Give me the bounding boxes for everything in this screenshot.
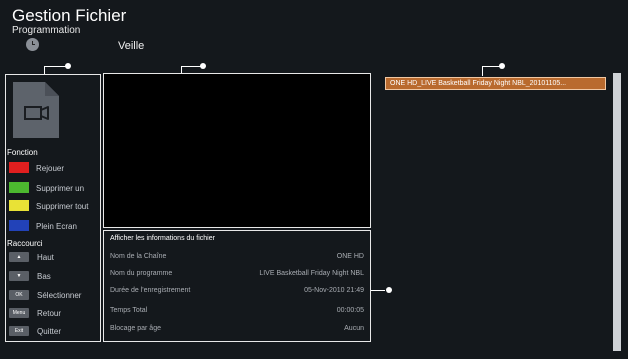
callout-marker-4 (65, 63, 71, 69)
function-replay[interactable]: Rejouer (36, 164, 64, 173)
callout-marker-2 (200, 63, 206, 69)
info-record-date-value: 05-Nov-2010 21:49 (304, 287, 364, 294)
info-program-label: Nom du programme (110, 270, 173, 277)
recording-list (379, 73, 609, 351)
info-parental-value: Aucun (344, 325, 364, 332)
info-duration-label: Temps Total (110, 307, 148, 314)
status-text: Veille (118, 40, 145, 52)
function-heading: Fonction (7, 148, 38, 157)
function-delete-all[interactable]: Supprimer tout (36, 202, 88, 211)
info-duration-value: 00:00:05 (336, 307, 364, 314)
callout-leader (44, 66, 45, 74)
function-fullscreen[interactable]: Plein Ecran (36, 222, 77, 231)
shortcut-back: Retour (37, 309, 62, 318)
menu-key-icon: Menu (9, 308, 29, 318)
video-preview (103, 73, 371, 228)
shortcut-select: Sélectionner (37, 291, 82, 300)
shortcut-heading: Raccourci (7, 239, 43, 248)
page-subtitle: Programmation (12, 25, 81, 36)
function-delete-one[interactable]: Supprimer un (36, 184, 84, 193)
info-record-date-label: Durée de l'enregistrement (110, 287, 191, 294)
list-scrollbar[interactable] (613, 73, 621, 351)
up-key-icon: ▲ (9, 252, 29, 262)
shortcut-down: Bas (37, 272, 51, 281)
recording-item[interactable]: ONE HD_LIVE Basketball Friday Night NBL_… (385, 77, 606, 90)
page-title: Gestion Fichier (12, 6, 127, 25)
yellow-key-swatch[interactable] (9, 200, 29, 211)
blue-key-swatch[interactable] (9, 220, 29, 231)
exit-key-icon: Exit (9, 326, 29, 336)
info-channel-label: Nom de la Chaîne (110, 253, 167, 260)
shortcut-up: Haut (37, 253, 54, 262)
shortcut-quit: Quitter (37, 327, 62, 336)
file-info-title: Afficher les informations du fichier (110, 235, 215, 242)
clock-icon (26, 38, 39, 51)
info-program-value: LIVE Basketball Friday Night NBL (259, 270, 364, 277)
down-key-icon: ▼ (9, 271, 29, 281)
callout-leader (181, 66, 182, 73)
green-key-swatch[interactable] (9, 182, 29, 193)
red-key-swatch[interactable] (9, 162, 29, 173)
info-channel-value: ONE HD (336, 253, 364, 260)
callout-marker-1 (499, 63, 505, 69)
info-parental-label: Blocage par âge (110, 325, 161, 332)
ok-key-icon: OK (9, 290, 29, 300)
video-file-icon (13, 82, 59, 138)
